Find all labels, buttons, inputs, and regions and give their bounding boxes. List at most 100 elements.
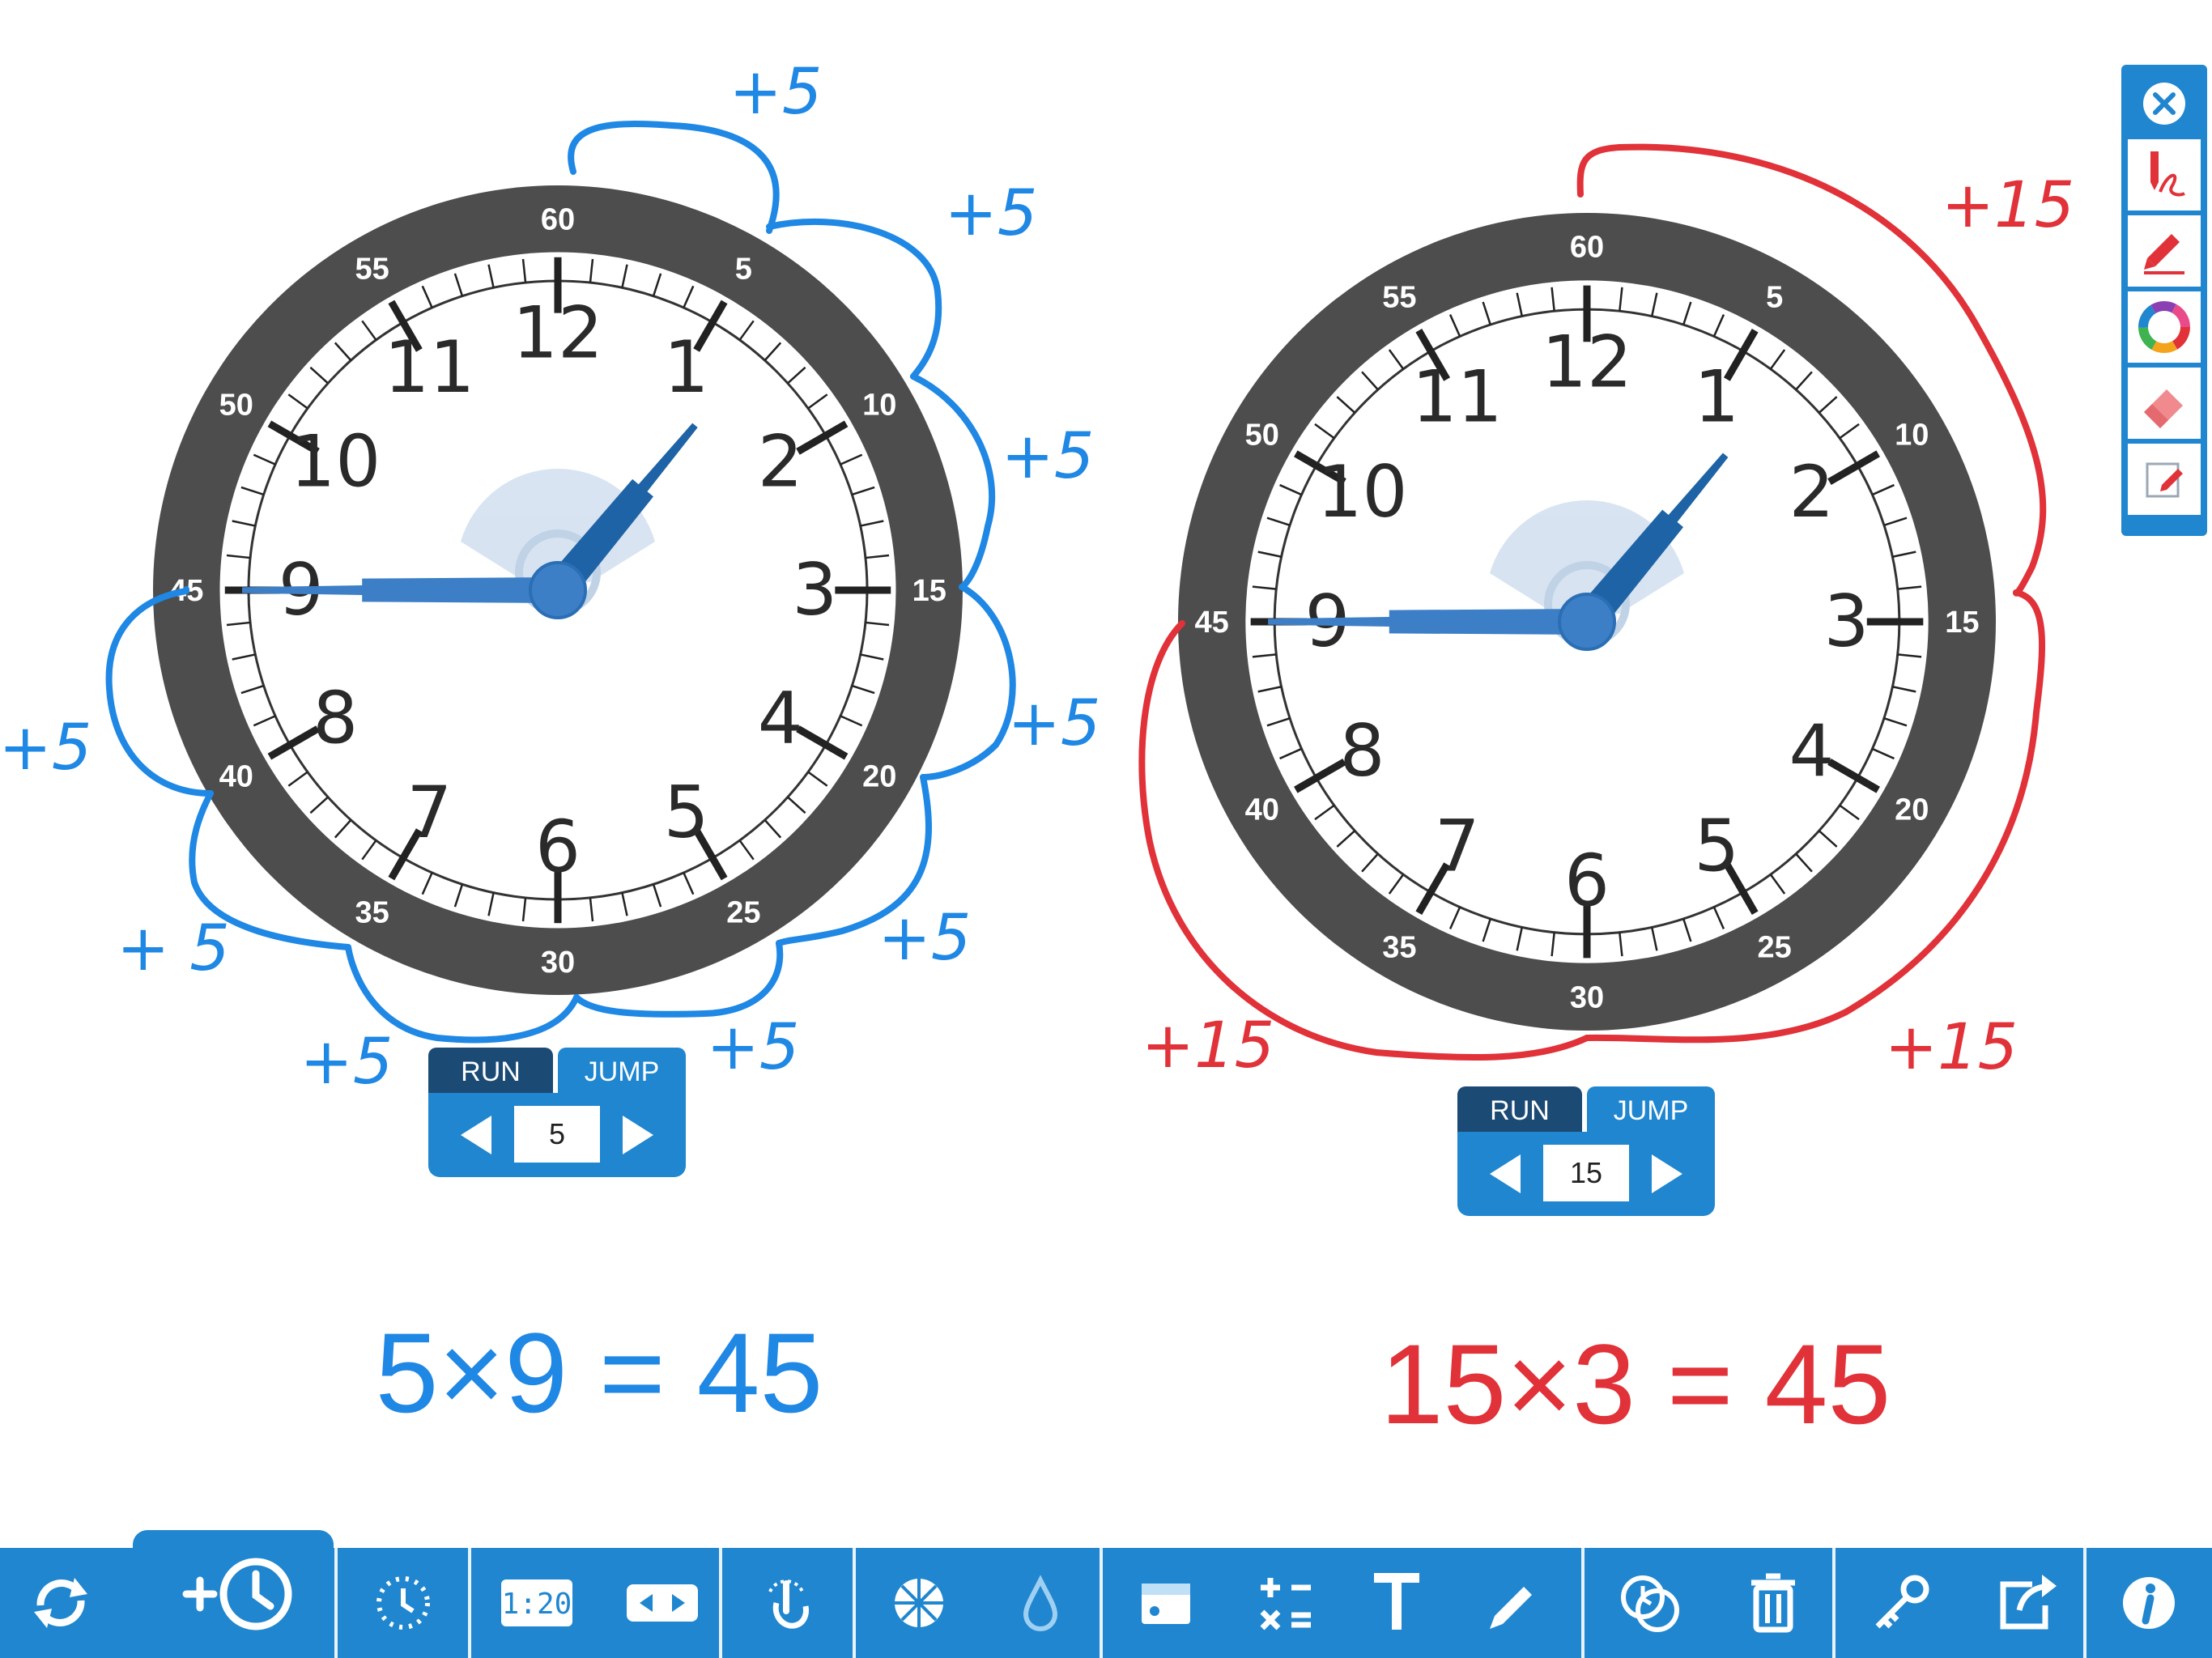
key-button[interactable]: [1834, 1548, 1967, 1658]
minute-label: 5: [735, 253, 752, 287]
minute-label: 20: [862, 759, 896, 793]
text-tool-button[interactable]: [1340, 1548, 1453, 1658]
pen-button[interactable]: [2128, 139, 2201, 210]
share-icon: [2000, 1575, 2057, 1630]
toolbar-divider: [468, 1548, 471, 1658]
color-wheel-icon: [2138, 301, 2190, 353]
minute-label: 55: [355, 253, 389, 287]
notes-icon: [2146, 462, 2183, 498]
minute-label: 35: [355, 895, 389, 929]
jump-tab[interactable]: JUMP: [558, 1048, 686, 1096]
step-stepper: [428, 1093, 686, 1177]
eraser-button[interactable]: [2128, 368, 2201, 439]
hour-number: 10: [290, 419, 381, 503]
annotation-label: +5: [1002, 420, 1095, 493]
reset-button[interactable]: [0, 1548, 121, 1658]
minute-label: 15: [912, 574, 946, 608]
toolbar-divider: [853, 1548, 856, 1658]
hour-number: 6: [535, 805, 581, 888]
pencil-tool-button[interactable]: [1453, 1548, 1575, 1658]
color-picker-button[interactable]: [2128, 291, 2201, 363]
annotation-label: +15: [1142, 1010, 1275, 1082]
run-tab[interactable]: RUN: [428, 1048, 553, 1096]
close-palette-button[interactable]: [2128, 73, 2201, 134]
minute-label: 45: [1195, 606, 1229, 640]
segment-wheel-button[interactable]: [854, 1548, 984, 1658]
annotation-label: +15: [1885, 1011, 2018, 1084]
minute-label: 15: [1945, 606, 1979, 640]
hour-number: 10: [1317, 450, 1407, 534]
touch-mode-button[interactable]: [721, 1548, 854, 1658]
equation-right: 15×3 = 45: [1380, 1320, 1891, 1448]
clock-left[interactable]: 60510152025303540455055121234567891011: [153, 185, 963, 995]
toolbar-divider: [334, 1548, 338, 1658]
run-tab[interactable]: RUN: [1457, 1086, 1582, 1135]
trash-button[interactable]: [1716, 1548, 1830, 1658]
clock-face-icon: [376, 1576, 430, 1630]
jump-tab[interactable]: JUMP: [1587, 1086, 1715, 1135]
clock-face-button[interactable]: [336, 1548, 470, 1658]
math-symbols-icon: [1260, 1578, 1311, 1630]
text-icon: [1374, 1573, 1419, 1630]
equation-left: 5×9 = 45: [375, 1309, 823, 1436]
step-back-button[interactable]: [1478, 1148, 1535, 1200]
digital-time-button[interactable]: 1:20: [470, 1548, 603, 1658]
hour-number: 1: [664, 325, 709, 409]
reset-icon: [34, 1578, 87, 1628]
toggle-view-button[interactable]: [603, 1548, 721, 1658]
hour-number: 6: [1564, 839, 1610, 922]
step-forward-button[interactable]: [608, 1109, 665, 1161]
hour-number: 5: [664, 771, 709, 854]
close-icon: [2143, 83, 2185, 125]
display-box-button[interactable]: [1101, 1548, 1231, 1658]
add-clock-button[interactable]: [133, 1530, 334, 1658]
hour-number: 2: [1789, 450, 1835, 534]
hand-pivot: [529, 561, 587, 619]
hour-number: 2: [758, 419, 803, 503]
display-box-icon: [1142, 1584, 1190, 1624]
step-value-input[interactable]: [514, 1106, 600, 1163]
annotation-label: +5: [300, 1026, 393, 1099]
step-forward-button[interactable]: [1637, 1148, 1694, 1200]
minute-label: 30: [541, 946, 575, 980]
minute-label: 10: [862, 389, 896, 423]
hour-number: 12: [1542, 321, 1632, 404]
info-button[interactable]: [2085, 1548, 2212, 1658]
touch-icon: [768, 1579, 809, 1629]
annotation-label: +5: [1008, 687, 1101, 760]
drop-button[interactable]: [984, 1548, 1097, 1658]
minute-label: 35: [1382, 930, 1416, 964]
hour-number: 12: [513, 291, 603, 375]
hour-number: 8: [313, 677, 358, 760]
highlighter-button[interactable]: [2128, 215, 2201, 287]
hour-number: 8: [1339, 709, 1385, 793]
time-compare-button[interactable]: [1583, 1548, 1716, 1658]
math-symbols-button[interactable]: [1231, 1548, 1340, 1658]
share-button[interactable]: [1967, 1548, 2085, 1658]
annotation-label: +5: [0, 712, 91, 784]
hour-number: 11: [1412, 355, 1503, 438]
info-icon: [2122, 1577, 2175, 1629]
triangle-right-icon: [1652, 1154, 1682, 1193]
toolbar-divider: [2083, 1548, 2087, 1658]
run-jump-control-right: RUN JUMP: [1457, 1086, 1715, 1216]
trash-icon: [1751, 1573, 1795, 1633]
clock-right[interactable]: 60510152025303540455055121234567891011: [1178, 213, 1996, 1031]
minute-label: 60: [1570, 231, 1604, 265]
annotation-label: +5: [707, 1011, 800, 1084]
hour-number: 1: [1694, 355, 1739, 438]
digital-time-readout: 1:20: [501, 1588, 572, 1621]
minute-label: 5: [1766, 281, 1783, 315]
hour-number: 3: [1823, 580, 1869, 663]
step-back-button[interactable]: [449, 1109, 506, 1161]
step-value-input[interactable]: [1543, 1145, 1629, 1201]
hour-number: 5: [1694, 805, 1739, 888]
annotation-label: +15: [1942, 169, 2075, 242]
minute-label: 20: [1895, 793, 1929, 827]
hour-number: 4: [758, 677, 803, 760]
minute-label: 40: [219, 759, 253, 793]
hour-number: 3: [792, 548, 837, 631]
minute-label: 60: [541, 202, 575, 236]
hour-number: 4: [1789, 709, 1835, 793]
notes-button[interactable]: [2128, 444, 2201, 515]
